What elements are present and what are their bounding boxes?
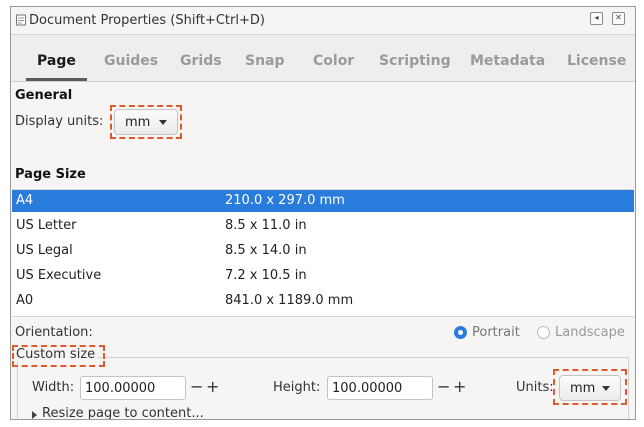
portrait-label: Portrait: [472, 325, 520, 340]
title-bar: Document Properties (Shift+Ctrl+D) ◂ ✕: [11, 7, 635, 35]
page-size-name: A4: [16, 193, 34, 208]
tab-metadata[interactable]: Metadata: [470, 53, 545, 69]
landscape-radio[interactable]: [537, 326, 550, 339]
document-icon: [16, 14, 26, 26]
tab-page[interactable]: Page: [37, 53, 76, 69]
page-size-dimensions: 841.0 x 1189.0 mm: [225, 293, 354, 308]
width-decrement-button[interactable]: −: [190, 377, 203, 396]
height-value: 100.00000: [332, 381, 403, 396]
page-size-list: A4 210.0 x 297.0 mm US Letter 8.5 x 11.0…: [12, 189, 634, 317]
page-size-dimensions: 7.2 x 10.5 in: [225, 268, 307, 283]
list-item[interactable]: US Legal 8.5 x 14.0 in: [12, 240, 634, 262]
units-highlight: [553, 369, 627, 405]
page-size-dimensions: 8.5 x 11.0 in: [225, 218, 307, 233]
tab-license[interactable]: License: [567, 53, 626, 69]
page-size-name: US Letter: [16, 218, 77, 233]
height-decrement-button[interactable]: −: [437, 377, 450, 396]
list-item[interactable]: US Executive 7.2 x 10.5 in: [12, 265, 634, 287]
width-increment-button[interactable]: +: [206, 377, 219, 396]
display-units-highlight: [110, 105, 182, 139]
general-heading: General: [15, 88, 73, 103]
width-field[interactable]: 100.00000: [80, 376, 186, 400]
tab-color[interactable]: Color: [313, 53, 354, 69]
landscape-label: Landscape: [555, 325, 625, 340]
page-tab-content: General Display units: mm Page Size A4 2…: [11, 82, 635, 419]
tab-snap[interactable]: Snap: [245, 53, 285, 69]
document-properties-window: Document Properties (Shift+Ctrl+D) ◂ ✕ P…: [10, 6, 636, 420]
orientation-label: Orientation:: [15, 325, 93, 340]
minimize-button[interactable]: ◂: [590, 12, 603, 25]
page-size-name: US Executive: [16, 268, 102, 283]
list-item[interactable]: A0 841.0 x 1189.0 mm: [12, 290, 634, 312]
height-label: Height:: [273, 380, 321, 395]
close-button[interactable]: ✕: [612, 12, 625, 25]
page-size-name: US Legal: [16, 243, 73, 258]
expander-arrow-icon[interactable]: [32, 411, 37, 419]
page-size-dimensions: 8.5 x 14.0 in: [225, 243, 307, 258]
custom-size-highlight: [12, 345, 105, 367]
width-value: 100.00000: [85, 381, 156, 396]
tab-scripting[interactable]: Scripting: [379, 53, 451, 69]
portrait-radio[interactable]: [454, 326, 467, 339]
window-title: Document Properties (Shift+Ctrl+D): [29, 13, 265, 28]
page-size-heading: Page Size: [15, 167, 86, 182]
tab-bar: Page Guides Grids Snap Color Scripting M…: [11, 35, 635, 82]
list-item[interactable]: A4 210.0 x 297.0 mm: [12, 190, 634, 212]
display-units-label: Display units:: [15, 114, 104, 129]
tab-grids[interactable]: Grids: [180, 53, 222, 69]
height-field[interactable]: 100.00000: [327, 376, 433, 400]
units-label: Units:: [516, 380, 554, 395]
page-size-name: A0: [16, 293, 34, 308]
page-size-dimensions: 210.0 x 297.0 mm: [225, 193, 345, 208]
width-label: Width:: [32, 380, 75, 395]
height-increment-button[interactable]: +: [453, 377, 466, 396]
resize-to-content-label[interactable]: Resize page to content...: [42, 406, 204, 419]
list-item[interactable]: US Letter 8.5 x 11.0 in: [12, 215, 634, 237]
active-tab-indicator: [26, 78, 87, 81]
tab-guides[interactable]: Guides: [104, 53, 158, 69]
